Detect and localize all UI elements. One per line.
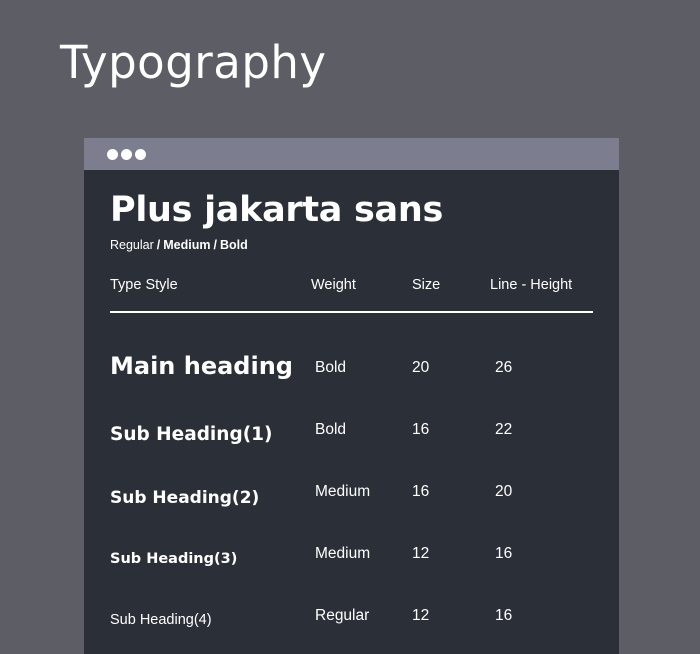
row-main-heading-line-height: 26 [495,359,513,376]
row-sub-heading-1-size: 16 [412,421,430,438]
weight-bold: Bold [219,238,248,252]
row-sub-heading-3-style: Sub Heading(3) [110,551,238,567]
row-sub-heading-2-weight: Medium [315,483,371,500]
row-main-heading-size: 20 [412,359,430,376]
weight-separator: / [156,238,161,252]
column-header-weight: Weight [311,277,356,293]
column-header-size: Size [412,277,441,293]
row-sub-heading-3-line-height: 16 [495,545,513,562]
row-sub-heading-1-style: Sub Heading(1) [110,424,273,445]
row-sub-heading-2-style: Sub Heading(2) [110,488,260,508]
typography-card: Plus jakarta sans Regular / Medium / Bold Ty… [84,138,619,654]
row-sub-heading-1-line-height: 22 [495,421,513,438]
font-name: Plus jakarta sans [110,190,443,230]
row-main-heading-style: Main heading [110,352,293,380]
row-sub-heading-3-weight: Medium [315,545,371,562]
weight-separator: / [213,238,217,252]
row-sub-heading-1-weight: Bold [315,421,347,438]
column-header-type-style: Type Style [110,277,178,293]
page-title: Typography [60,36,327,89]
window-dot-icon [135,148,146,160]
window-dot-icon [121,148,132,160]
window-dot-icon [107,148,118,160]
row-sub-heading-2-size: 16 [412,483,430,500]
header-divider [110,311,593,313]
row-sub-heading-4-line-height: 16 [495,607,513,624]
row-sub-heading-3-size: 12 [412,545,430,562]
weight-medium: Medium [163,238,211,252]
row-sub-heading-4-weight: Regular [315,607,370,624]
weight-regular: Regular [110,238,154,252]
column-header-line-height: Line - Height [490,277,573,293]
row-sub-heading-4-style: Sub Heading(4) [110,612,212,628]
row-main-heading-weight: Bold [315,359,347,376]
row-sub-heading-4-size: 12 [412,607,430,624]
font-weights: Regular / Medium / Bold [110,238,248,252]
row-sub-heading-2-line-height: 20 [495,483,513,500]
window-titlebar [84,138,619,170]
